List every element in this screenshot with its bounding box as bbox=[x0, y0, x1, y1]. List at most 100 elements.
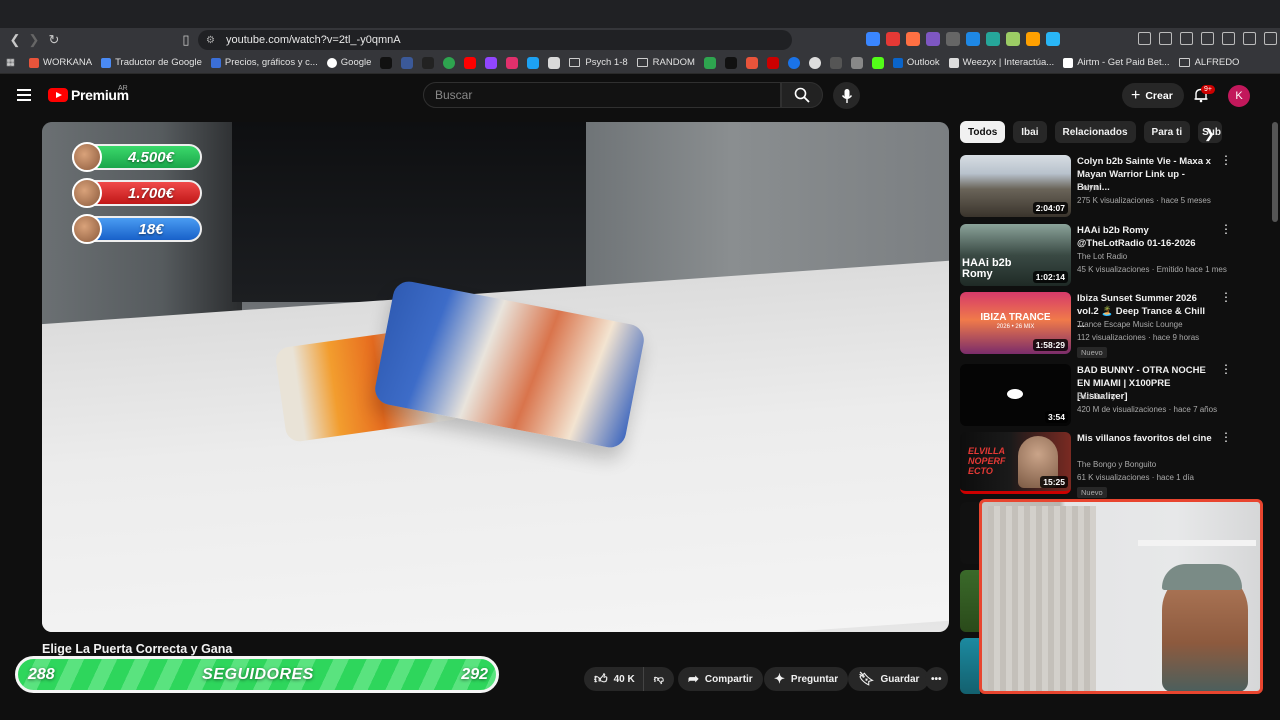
bookmark-airtm[interactable]: Airtm - Get Paid Bet... bbox=[1063, 57, 1170, 68]
ask-button[interactable]: ✦ Preguntar bbox=[764, 667, 849, 691]
chip-todos[interactable]: Todos bbox=[960, 121, 1006, 143]
app-icon[interactable] bbox=[724, 56, 737, 69]
bookmark-workana[interactable]: WORKANA bbox=[28, 57, 92, 68]
more-options-icon[interactable]: ⋮ bbox=[1220, 363, 1232, 375]
extension-icon[interactable] bbox=[886, 32, 900, 46]
extension-icon[interactable] bbox=[1046, 32, 1060, 46]
recommendation-item[interactable]: IBIZA TRANCE 2026 • 26 MIX 1:58:29 Ibiza… bbox=[960, 291, 1232, 358]
youtube-icon[interactable] bbox=[464, 56, 477, 69]
wallet-icon[interactable] bbox=[1201, 32, 1214, 45]
bookmark-label: ALFREDO bbox=[1194, 57, 1240, 68]
search-button[interactable] bbox=[781, 82, 823, 108]
recommendation-item[interactable]: 2:04:07 Colyn b2b Sainte Vie - Maxa x Ma… bbox=[960, 154, 1232, 219]
facebook-icon[interactable] bbox=[401, 56, 414, 69]
extension-icon[interactable] bbox=[866, 32, 880, 46]
video-thumbnail[interactable]: HAAi b2b Romy 1:02:14 bbox=[960, 224, 1071, 286]
link-icon[interactable] bbox=[443, 56, 456, 69]
video-thumbnail[interactable]: ELVILLANOPERFECTO 15:25 bbox=[960, 432, 1071, 494]
like-button[interactable]: 👍︎ 40 K bbox=[584, 667, 643, 691]
sheet-icon[interactable] bbox=[703, 56, 716, 69]
recommendation-title[interactable]: HAAi b2b Romy @TheLotRadio 01-16-2026 bbox=[1077, 224, 1212, 250]
x-icon[interactable] bbox=[422, 56, 435, 69]
app-icon[interactable] bbox=[745, 56, 758, 69]
recommendation-title[interactable]: Mis villanos favoritos del cine bbox=[1077, 432, 1212, 445]
create-button[interactable]: + Crear bbox=[1122, 83, 1184, 108]
chevron-right-icon[interactable]: ❯ bbox=[1204, 126, 1215, 142]
ai-icon[interactable] bbox=[1222, 32, 1235, 45]
share-button[interactable]: ➦ Compartir bbox=[678, 667, 763, 691]
more-options-icon[interactable]: ⋮ bbox=[1220, 223, 1232, 235]
recommendation-channel[interactable]: The Lot Radio bbox=[1077, 252, 1127, 261]
youtube-header: Premium AR Buscar + Crear 9+ K bbox=[0, 75, 1280, 117]
recommendation-channel[interactable]: Trance Escape Music Lounge bbox=[1077, 320, 1183, 329]
address-bar[interactable]: ⚙ youtube.com/watch?v=2tl_-y0qmnA bbox=[198, 30, 792, 50]
back-icon[interactable]: ❮ bbox=[6, 31, 24, 49]
bookmark-google[interactable]: Google bbox=[326, 57, 371, 68]
chip-ibai[interactable]: Ibai bbox=[1013, 121, 1047, 143]
cloud-icon[interactable] bbox=[527, 56, 540, 69]
chip-relacionados[interactable]: Relacionados bbox=[1054, 121, 1136, 143]
video-thumbnail[interactable] bbox=[960, 638, 980, 694]
app-icon[interactable] bbox=[829, 56, 842, 69]
media-icon[interactable] bbox=[1159, 32, 1172, 45]
search-input[interactable]: Buscar bbox=[423, 82, 781, 108]
recommendation-item[interactable]: 3:54 BAD BUNNY - OTRA NOCHE EN MIAMI | X… bbox=[960, 363, 1232, 428]
app-icon[interactable] bbox=[808, 56, 821, 69]
recommendation-channel[interactable]: The Bongo y Bonguito bbox=[1077, 460, 1156, 469]
recommendation-channel[interactable]: Colyn bbox=[1077, 183, 1097, 192]
video-thumbnail[interactable] bbox=[960, 502, 980, 564]
bookmark-outlook[interactable]: Outlook bbox=[892, 57, 940, 68]
save-button[interactable]: 🔖︎ Guardar bbox=[848, 667, 930, 691]
menu-icon[interactable] bbox=[1264, 32, 1277, 45]
recommendation-channel[interactable]: Bad Bunny bbox=[1077, 392, 1116, 401]
downloads-icon[interactable] bbox=[1138, 32, 1151, 45]
bookmark-folder-random[interactable]: RANDOM bbox=[636, 57, 695, 68]
extension-icon[interactable] bbox=[966, 32, 980, 46]
extension-icon[interactable] bbox=[906, 32, 920, 46]
extension-icon[interactable] bbox=[926, 32, 940, 46]
instagram-icon[interactable] bbox=[506, 56, 519, 69]
more-options-icon[interactable]: ⋮ bbox=[1220, 154, 1232, 166]
app-icon[interactable] bbox=[787, 56, 800, 69]
video-thumbnail[interactable]: 3:54 bbox=[960, 364, 1071, 426]
extension-icon[interactable] bbox=[1026, 32, 1040, 46]
chat-icon[interactable] bbox=[548, 56, 561, 69]
forward-icon[interactable]: ❯ bbox=[25, 31, 43, 49]
apps-icon[interactable]: ▦ bbox=[6, 57, 15, 68]
extensions-row bbox=[866, 32, 1060, 46]
extension-icon[interactable] bbox=[1006, 32, 1020, 46]
scrollbar-thumb[interactable] bbox=[1272, 122, 1278, 222]
sidebar-icon[interactable] bbox=[1180, 32, 1193, 45]
site-info-icon[interactable]: ⚙ bbox=[206, 35, 220, 46]
video-player[interactable]: 4.500€ 1.700€ 18€ bbox=[42, 122, 949, 632]
reload-icon[interactable]: ↻ bbox=[45, 31, 63, 49]
recommendation-item[interactable]: ELVILLANOPERFECTO 15:25 Mis villanos fav… bbox=[960, 431, 1232, 498]
extension-icon[interactable] bbox=[986, 32, 1000, 46]
recommendation-item[interactable]: HAAi b2b Romy 1:02:14 HAAi b2b Romy @The… bbox=[960, 223, 1232, 288]
bookmark-translate[interactable]: Traductor de Google bbox=[101, 57, 202, 68]
extension-icon[interactable] bbox=[946, 32, 960, 46]
menu-icon[interactable] bbox=[17, 89, 31, 101]
video-thumbnail[interactable]: 2:04:07 bbox=[960, 155, 1071, 217]
more-options-icon[interactable]: ⋮ bbox=[1220, 291, 1232, 303]
app-icon[interactable] bbox=[850, 56, 863, 69]
bookmark-icon[interactable]: ▯ bbox=[177, 31, 195, 49]
kick-icon[interactable] bbox=[871, 56, 884, 69]
chip-para-ti[interactable]: Para ti bbox=[1143, 121, 1191, 143]
video-thumbnail[interactable] bbox=[960, 570, 980, 632]
dislike-button[interactable]: 👎︎ bbox=[642, 667, 674, 691]
tiktok-icon[interactable] bbox=[380, 56, 393, 69]
app-icon[interactable] bbox=[766, 56, 779, 69]
video-thumbnail[interactable]: IBIZA TRANCE 2026 • 26 MIX 1:58:29 bbox=[960, 292, 1071, 354]
more-actions-button[interactable]: ••• bbox=[925, 667, 948, 691]
voice-search-button[interactable] bbox=[833, 82, 860, 109]
bookmark-folder-psych[interactable]: Psych 1-8 bbox=[569, 57, 628, 68]
bookmark-weezyx[interactable]: Weezyx | Interactúa... bbox=[948, 57, 1054, 68]
account-avatar[interactable]: K bbox=[1228, 85, 1250, 107]
more-options-icon[interactable]: ⋮ bbox=[1220, 431, 1232, 443]
bookmark-prices[interactable]: Precios, gráficos y c... bbox=[210, 57, 318, 68]
twitch-icon[interactable] bbox=[485, 56, 498, 69]
bookmark-folder-alfredo[interactable]: ALFREDO bbox=[1178, 57, 1240, 68]
vpn-icon[interactable] bbox=[1243, 32, 1256, 45]
youtube-logo[interactable]: Premium bbox=[48, 87, 129, 103]
